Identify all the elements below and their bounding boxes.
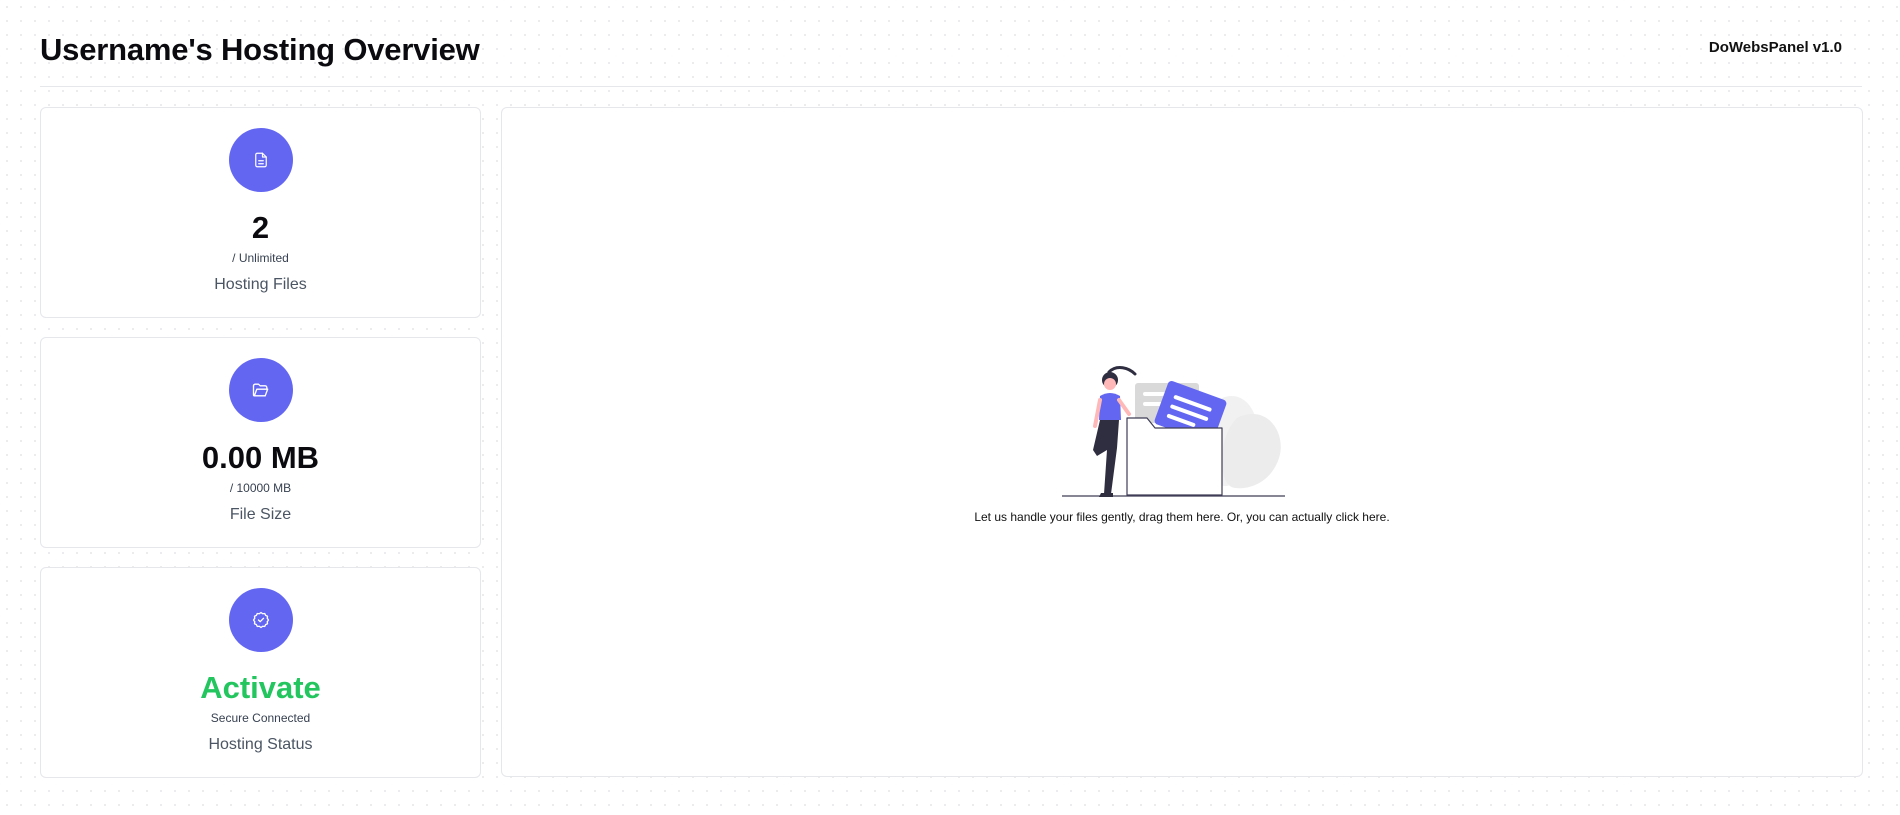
page: Username's Hosting Overview DoWebsPanel … xyxy=(0,0,1900,815)
status-icon-circle xyxy=(229,588,293,652)
hosting-status-sub: Secure Connected xyxy=(210,711,311,725)
badge-check-icon xyxy=(252,611,270,629)
page-title: Username's Hosting Overview xyxy=(40,32,480,67)
upload-illustration xyxy=(1062,366,1285,497)
stat-card-hosting-status: Activate Secure Connected Hosting Status xyxy=(40,567,481,778)
file-size-limit: / 10000 MB xyxy=(229,481,292,495)
folder-open-icon xyxy=(252,383,269,397)
hosting-files-count: 2 xyxy=(251,210,270,245)
file-size-value: 0.00 MB xyxy=(201,440,320,475)
stat-card-hosting-files: 2 / Unlimited Hosting Files xyxy=(40,107,481,318)
file-icon xyxy=(255,152,267,168)
file-upload-dropzone[interactable]: Let us handle your files gently, drag th… xyxy=(501,107,1863,777)
folder-icon-circle xyxy=(229,358,293,422)
hosting-files-label: Hosting Files xyxy=(214,276,307,293)
file-icon-circle xyxy=(229,128,293,192)
hosting-status-value: Activate xyxy=(200,670,321,705)
dropzone-instructions[interactable]: Let us handle your files gently, drag th… xyxy=(502,510,1862,524)
brand-version: DoWebsPanel v1.0 xyxy=(1708,39,1842,56)
hosting-files-limit: / Unlimited xyxy=(232,251,289,265)
header: Username's Hosting Overview DoWebsPanel … xyxy=(40,30,1862,87)
file-size-label: File Size xyxy=(229,506,292,523)
stat-card-file-size: 0.00 MB / 10000 MB File Size xyxy=(40,337,481,548)
hosting-status-label: Hosting Status xyxy=(208,736,313,753)
